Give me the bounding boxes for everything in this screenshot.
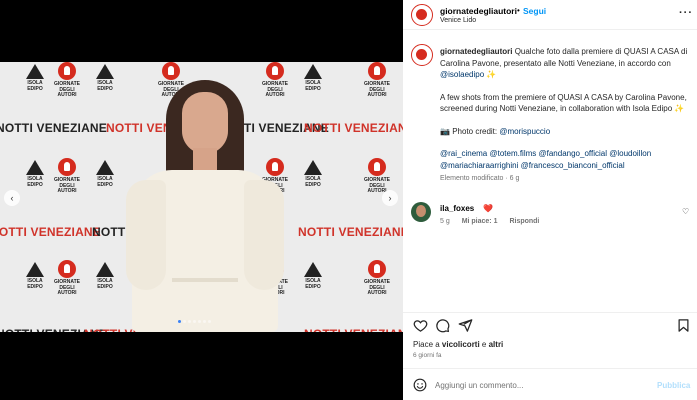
save-button[interactable]	[675, 317, 691, 333]
giornate-logo: GIORNATEDEGLIAUTORI	[50, 260, 84, 297]
emoji-icon[interactable]	[413, 378, 427, 392]
carousel-dot	[198, 320, 201, 323]
giornate-logo: GIORNATEDEGLIAUTORI	[360, 260, 394, 297]
isola-edipo-logo: ISOLA EDIPO	[90, 62, 120, 92]
mention-link[interactable]: @mariachiaraarrighini	[440, 161, 518, 170]
comment-username[interactable]: ila_foxes	[440, 204, 474, 213]
heart-icon	[413, 319, 427, 332]
comment-input[interactable]	[435, 377, 645, 393]
post-actions	[403, 312, 697, 336]
giornate-logo: GIORNATEDEGLIAUTORI	[50, 158, 84, 195]
carousel-dot	[178, 320, 181, 323]
publish-button[interactable]: Pubblica	[657, 381, 690, 390]
post-photo[interactable]: ISOLA EDIPO GIORNATE DEGLI AUTORI ISOLA EDIPO…	[0, 62, 403, 332]
isola-edipo-logo: ISOLA EDIPO	[90, 158, 120, 188]
carousel-dot	[208, 320, 211, 323]
post-date: 6 giorni fa	[413, 352, 442, 359]
comment-button[interactable]	[434, 317, 450, 333]
isola-edipo-logo: ISOLA EDIPO	[298, 62, 328, 92]
carousel-next-button[interactable]: ›	[382, 190, 398, 206]
reply-button[interactable]: Rispondi	[509, 218, 539, 225]
add-comment-bar: Pubblica	[403, 368, 697, 400]
likes-summary: Piace a vicolicorti e altri	[413, 340, 504, 349]
edited-note: Elemento modificato · 6 g	[440, 175, 520, 182]
photo-credit-label: Photo credit:	[452, 126, 500, 136]
send-icon	[458, 318, 472, 332]
comment-age: 5 g	[440, 218, 450, 225]
woman-figure	[118, 80, 288, 332]
location-link[interactable]: Venice Lido	[440, 17, 476, 24]
caption-english: A few shots from the premiere of QUASI A…	[440, 92, 687, 114]
chevron-right-icon: ›	[388, 193, 392, 203]
comment-text: ❤️	[483, 204, 493, 213]
sparkles-icon: ✨	[486, 70, 497, 79]
comment-icon	[435, 318, 449, 332]
mention-link[interactable]: @loudoillon	[609, 149, 651, 158]
separator-dot: •	[517, 6, 520, 15]
more-horizontal-icon[interactable]: ···	[679, 7, 693, 19]
mention-link[interactable]: @fandango_official	[539, 149, 607, 158]
mention-link[interactable]: @morispuccio	[499, 127, 550, 136]
caption-username[interactable]: giornatedegliautori	[440, 47, 512, 56]
isola-edipo-logo: ISOLA EDIPO	[298, 158, 328, 188]
camera-icon: 📷	[440, 126, 450, 136]
avatar[interactable]	[411, 4, 433, 26]
mention-link[interactable]: @totem.films	[489, 149, 536, 158]
isola-edipo-logo: ISOLA EDIPO	[298, 260, 328, 290]
avatar[interactable]	[411, 202, 431, 222]
giornate-logo: GIORNATEDEGLIAUTORI	[50, 62, 84, 99]
sparkles-icon: ✨	[674, 104, 685, 113]
mention-link[interactable]: @isolaedipo	[440, 70, 484, 79]
carousel-dot	[183, 320, 186, 323]
bookmark-icon	[678, 318, 688, 332]
carousel-indicator	[178, 320, 211, 323]
share-button[interactable]	[457, 317, 473, 333]
comment-item: ila_foxes ❤️ 5 g Mi piace: 1 Rispondi ♡	[403, 200, 697, 230]
mention-link[interactable]: @rai_cinema	[440, 149, 487, 158]
comment-likes[interactable]: Mi piace: 1	[462, 218, 498, 225]
mention-link[interactable]: @francesco_bianconi_official	[521, 161, 625, 170]
chevron-left-icon: ‹	[10, 193, 14, 203]
post-media: ISOLA EDIPO GIORNATE DEGLI AUTORI ISOLA EDIPO…	[0, 0, 403, 400]
giornate-logo: GIORNATEDEGLIAUTORI	[360, 62, 394, 99]
post-side-panel: giornatedegliautori • Segui Venice Lido …	[403, 0, 697, 400]
likes-others-link[interactable]: altri	[489, 340, 504, 349]
follow-button[interactable]: Segui	[523, 6, 546, 16]
like-button[interactable]	[412, 317, 428, 333]
heart-outline-icon[interactable]: ♡	[682, 207, 689, 216]
avatar[interactable]	[411, 44, 433, 66]
post-header: giornatedegliautori • Segui Venice Lido …	[403, 0, 697, 30]
carousel-dot	[193, 320, 196, 323]
carousel-dot	[203, 320, 206, 323]
carousel-dot	[188, 320, 191, 323]
author-username[interactable]: giornatedegliautori	[440, 6, 517, 16]
carousel-prev-button[interactable]: ‹	[4, 190, 20, 206]
liker-username[interactable]: vicolicorti	[442, 340, 480, 349]
isola-edipo-logo: ISOLA EDIPO	[90, 260, 120, 290]
